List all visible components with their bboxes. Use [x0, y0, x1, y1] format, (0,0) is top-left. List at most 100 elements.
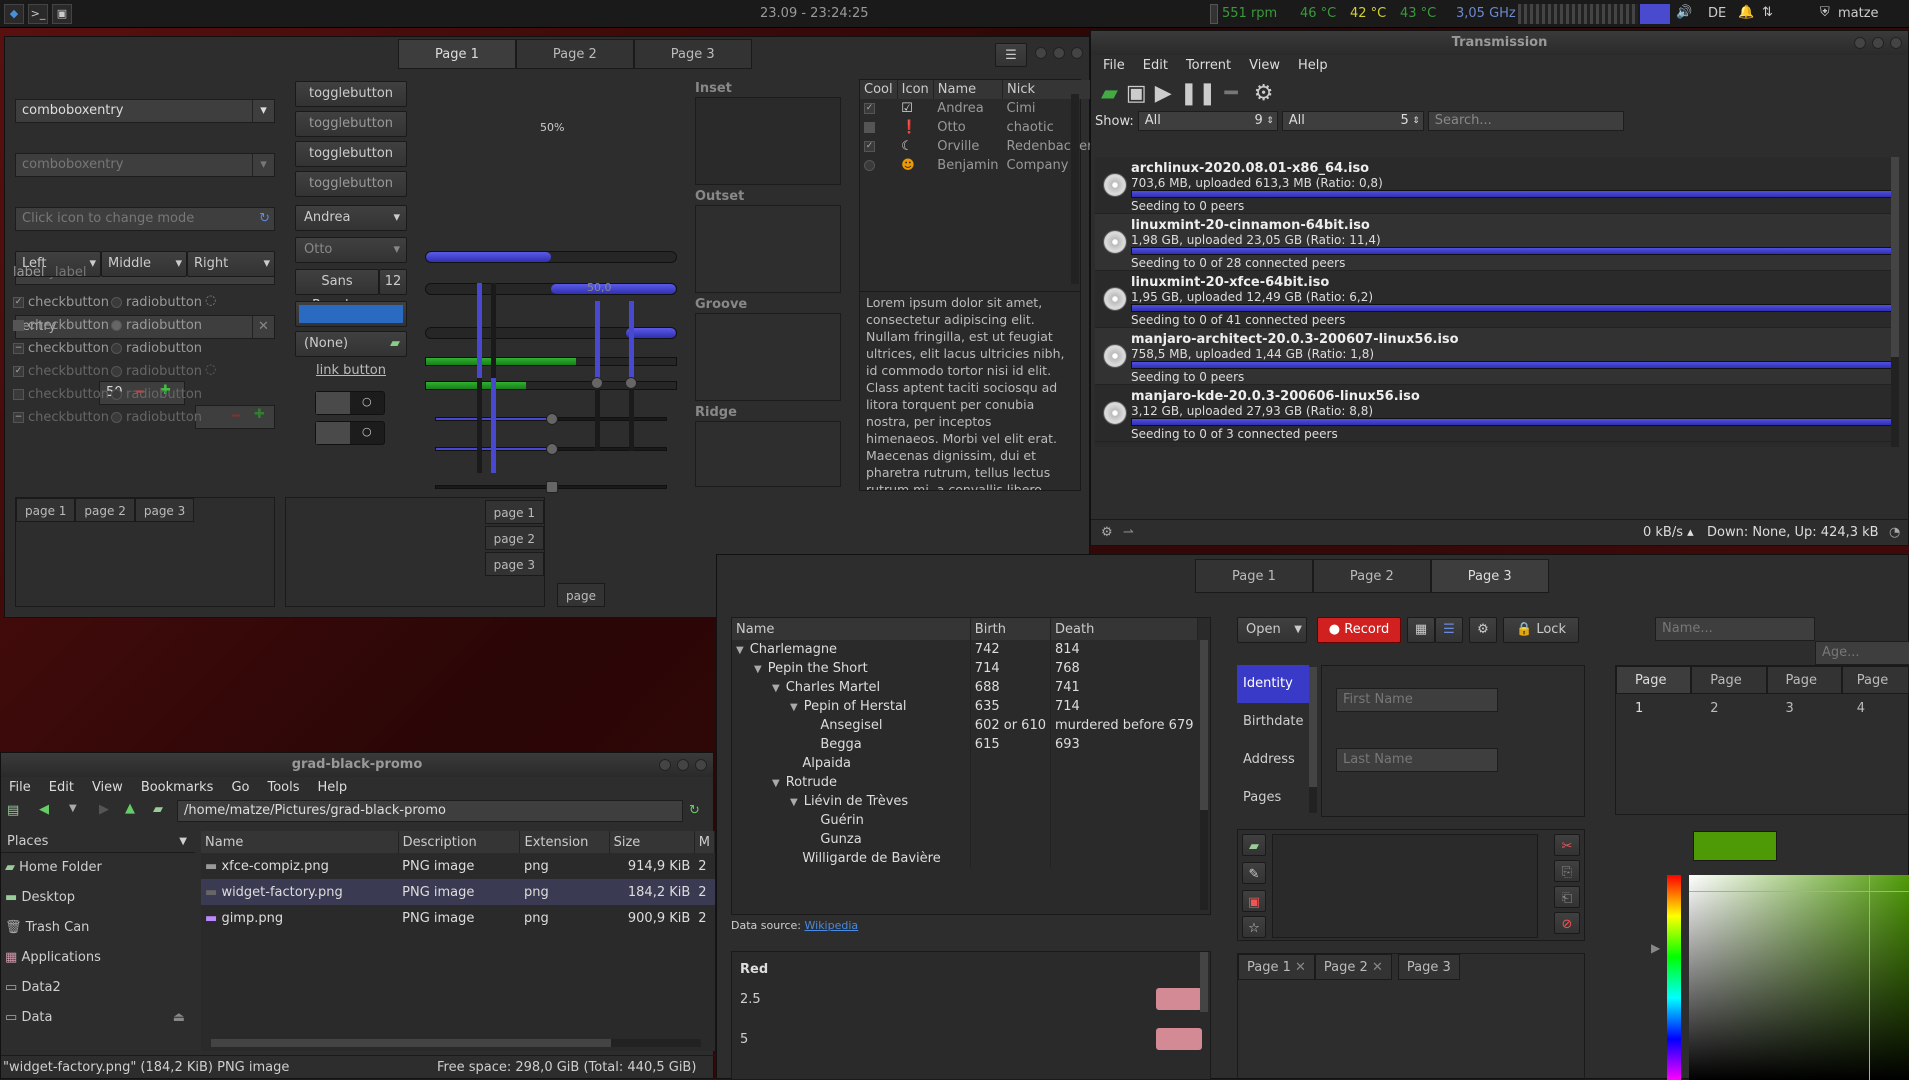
combo-andrea[interactable]: Andrea ▾ [295, 205, 407, 231]
tab-page-3[interactable]: Page 3 [633, 39, 752, 69]
maximize-button[interactable] [1053, 47, 1065, 59]
tab-page-2[interactable]: Page 2 [515, 39, 634, 69]
list-item[interactable]: manjaro-kde-20.0.3-200606-linux56.iso 3,1… [1095, 385, 1899, 442]
expander-icon[interactable] [808, 816, 814, 827]
col-modified[interactable]: M [694, 831, 716, 853]
sidebar-item-home[interactable]: ▰ Home Folder [1, 853, 195, 883]
window-icon[interactable]: ▣ [52, 3, 72, 24]
col-death[interactable]: Death [1050, 618, 1198, 640]
cut-icon[interactable]: ✂ [1554, 834, 1580, 856]
tab-page-1[interactable]: Page 1 [1195, 559, 1313, 593]
record-button[interactable]: ● Record [1317, 617, 1401, 643]
text-view[interactable]: Lorem ipsum dolor sit amet, consectetur … [859, 291, 1081, 491]
color-button[interactable] [295, 301, 407, 327]
table-row[interactable]: Gunza [732, 830, 1198, 849]
table-row[interactable]: ▬ widget-factory.png PNG image png 184,2 Ki… [201, 879, 715, 905]
shield-icon[interactable]: ⛨ [1820, 5, 1830, 20]
table-row[interactable]: ▬ xfce-compiz.png PNG image png 914,9 KiB 2 [201, 853, 715, 879]
col-nick[interactable]: Nick [1002, 80, 1097, 99]
togglebutton-4[interactable]: togglebutton [295, 171, 407, 197]
table-row[interactable]: ▼ Pepin the Short 714 768 [732, 659, 1198, 678]
refresh-icon[interactable]: ↻ [689, 803, 700, 818]
closable-tab-1[interactable]: Page 1 ✕ [1238, 954, 1315, 980]
link-button[interactable]: link button [295, 363, 407, 378]
table-row[interactable]: Ansegisel 602 or 610 murdered before 679 [732, 716, 1198, 735]
maximize-button[interactable] [677, 759, 689, 771]
last-name-input[interactable]: Last Name [1336, 748, 1498, 772]
expander-icon[interactable]: ▼ [736, 645, 744, 656]
col-birth[interactable]: Birth [970, 618, 1052, 640]
list-item[interactable]: linuxmint-20-cinnamon-64bit.iso 1,98 GB, … [1095, 214, 1899, 271]
tab-page-4[interactable]: Page 4 [1841, 666, 1909, 716]
table-row[interactable]: ✓ ☑ Andrea Cimi [860, 99, 1096, 118]
list-item[interactable]: archlinux-2020.08.01-x86_64.iso 703,6 MB,… [1095, 157, 1899, 214]
menu-help[interactable]: Help [318, 780, 348, 795]
scrollbar[interactable] [1200, 952, 1208, 1012]
menu-file[interactable]: File [9, 780, 31, 795]
closable-tab-2[interactable]: Page 2 ✕ [1314, 954, 1392, 980]
menu-file[interactable]: File [1103, 58, 1125, 73]
remove-icon[interactable]: ━ [1225, 81, 1238, 106]
status-filter[interactable]: All 9 ⇕ [1137, 111, 1278, 131]
list-item[interactable]: manjaro-architect-20.0.3-200607-linux56.… [1095, 328, 1899, 385]
refresh-icon[interactable]: ↻ [259, 208, 270, 230]
expander-icon[interactable] [790, 759, 796, 770]
col-cool[interactable]: Cool [860, 80, 898, 99]
col-icon[interactable]: Icon [897, 80, 934, 99]
sidebar-item-data[interactable]: ▭ Data ⏏ [1, 1003, 195, 1033]
table-row[interactable]: ▼ Liévin de Trèves [732, 792, 1198, 811]
menu-edit[interactable]: Edit [49, 780, 74, 795]
terminal-icon[interactable]: >_ [28, 3, 48, 24]
close-icon[interactable]: ✕ [1295, 960, 1306, 975]
open-icon[interactable]: ▰ [1101, 81, 1118, 106]
close-button[interactable] [1890, 37, 1902, 49]
tab-page-2[interactable]: Page 2 [1312, 559, 1431, 593]
minus-icon[interactable]: ━ [232, 406, 240, 428]
hamburger-menu-button[interactable]: ☰ [995, 43, 1027, 67]
table-row[interactable]: ✓ ☾ Orville Redenbacher [860, 137, 1096, 156]
table-row[interactable]: Alpaida [732, 754, 1198, 773]
radiobutton-4[interactable]: radiobutton [111, 360, 211, 383]
back-icon[interactable]: ◀ [39, 802, 49, 817]
gear-icon[interactable]: ⚙ [1101, 520, 1113, 546]
switch-2[interactable]: ○ [315, 421, 385, 445]
sidebar-item-desktop[interactable]: ▬ Desktop [1, 883, 195, 913]
table-row[interactable]: Begga 615 693 [732, 735, 1198, 754]
hue-pointer-icon[interactable]: ▶ [1651, 941, 1660, 955]
stack-scrollbar[interactable] [1309, 667, 1317, 813]
font-button[interactable]: Sans Regular [295, 269, 379, 313]
list-view-button[interactable]: ☰ [1435, 617, 1463, 643]
sidebar-item-trash[interactable]: 🗑 Trash Can [1, 913, 195, 943]
list-item[interactable]: linuxmint-20-xfce-64bit.iso 1,95 GB, uplo… [1095, 271, 1899, 328]
add-url-icon[interactable]: ▣ [1126, 81, 1147, 106]
radiobutton-5[interactable]: radiobutton [111, 383, 211, 406]
vscale-4[interactable] [625, 301, 637, 451]
paste-icon[interactable]: ⎗ [1554, 886, 1580, 908]
close-icon[interactable]: ✕ [1372, 960, 1383, 975]
tree-scrollbar[interactable] [1071, 94, 1079, 284]
expander-icon[interactable]: ▼ [790, 702, 798, 713]
sidebar-item-data2[interactable]: ▭ Data2 [1, 973, 195, 1003]
table-row[interactable]: ▬ gimp.png PNG image png 900,9 KiB 2 [201, 905, 715, 931]
vtab-3[interactable]: page 3 [484, 552, 544, 576]
combo-otto[interactable]: Otto ▾ [295, 237, 407, 263]
checkbutton-4[interactable]: ✓ checkbutton [13, 360, 113, 383]
menu-help[interactable]: Help [1298, 58, 1328, 73]
radiobutton-2[interactable]: radiobutton [111, 314, 211, 337]
expander-icon[interactable] [790, 854, 796, 865]
play-icon[interactable]: ▶ [1155, 81, 1172, 106]
checkbutton-3[interactable]: − checkbutton [13, 337, 113, 360]
maximize-button[interactable] [1872, 37, 1884, 49]
radiobutton-6[interactable]: radiobutton [111, 406, 211, 429]
menu-view[interactable]: View [1249, 58, 1280, 73]
radiobutton-1[interactable]: radiobutton [111, 291, 211, 314]
pause-icon[interactable]: ❚❚ [1180, 81, 1217, 106]
search-input[interactable]: Search... [1427, 111, 1624, 131]
sidebar-item-applications[interactable]: ▦ Applications [1, 943, 195, 973]
up-icon[interactable]: ▲ [125, 801, 135, 816]
horizontal-scrollbar[interactable] [211, 1039, 701, 1047]
menu-icon[interactable]: ◆ [4, 3, 24, 24]
minimize-button[interactable] [1854, 37, 1866, 49]
togglebutton-1[interactable]: togglebutton [295, 81, 407, 107]
settings-button[interactable]: ⚙ [1469, 617, 1497, 643]
